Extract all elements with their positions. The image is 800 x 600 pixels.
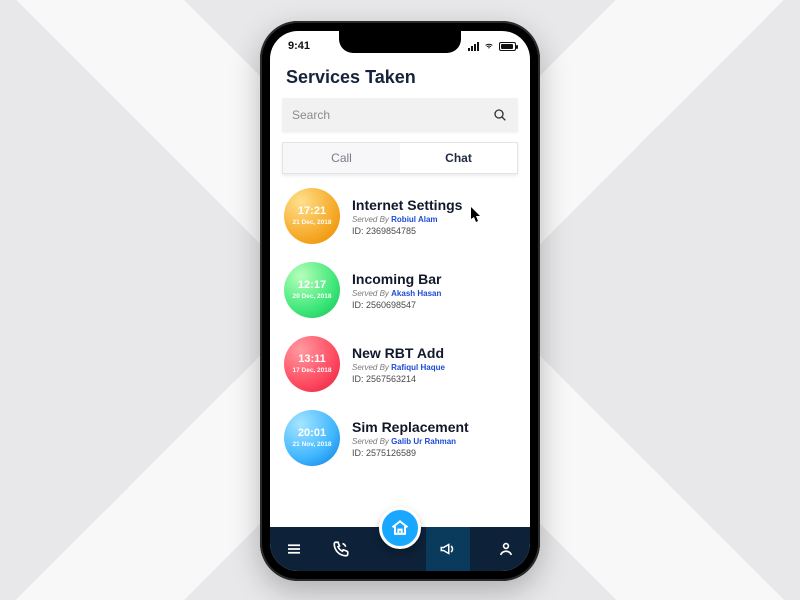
battery-icon [499, 42, 516, 51]
notch [339, 31, 461, 53]
account-icon[interactable] [495, 538, 517, 560]
item-id: ID: 2567563214 [352, 374, 516, 384]
item-info: Incoming Bar Served By Akash Hasan ID: 256… [352, 271, 516, 310]
bubble-date: 21 Dec, 2018 [292, 219, 331, 226]
search-input[interactable] [292, 108, 492, 122]
item-id: ID: 2560698547 [352, 300, 516, 310]
item-title: New RBT Add [352, 345, 516, 361]
status-time: 9:41 [288, 40, 310, 52]
list-item[interactable]: 13:11 17 Dec, 2018 New RBT Add Served By Ra… [284, 328, 516, 402]
bubble-time: 20:01 [298, 428, 326, 439]
list-item[interactable]: 12:17 20 Dec, 2018 Incoming Bar Served By A… [284, 254, 516, 328]
signal-icon [468, 42, 479, 51]
item-info: New RBT Add Served By Rafiqul Haque ID: 25… [352, 345, 516, 384]
item-title: Sim Replacement [352, 419, 516, 435]
menu-icon[interactable] [283, 538, 305, 560]
bubble-time: 17:21 [298, 206, 326, 217]
tab-chat[interactable]: Chat [400, 143, 517, 173]
home-fab[interactable] [379, 507, 421, 549]
time-bubble: 20:01 21 Nov, 2018 [284, 410, 340, 466]
announce-icon[interactable] [426, 527, 470, 571]
tab-call[interactable]: Call [283, 143, 400, 173]
item-served-by: Served By Galib Ur Rahman [352, 437, 516, 446]
bubble-date: 21 Nov, 2018 [293, 441, 332, 448]
item-title: Internet Settings [352, 197, 516, 213]
item-title: Incoming Bar [352, 271, 516, 287]
item-served-by: Served By Rafiqul Haque [352, 363, 516, 372]
bottom-nav [270, 527, 530, 571]
tabs: Call Chat [282, 142, 518, 174]
time-bubble: 17:21 21 Dec, 2018 [284, 188, 340, 244]
phone-frame: 9:41 Services Taken Call Chat 17:21 21 De… [260, 21, 540, 581]
search-wrap [270, 98, 530, 132]
item-info: Internet Settings Served By Robiul Alam ID… [352, 197, 516, 236]
status-right [468, 42, 516, 51]
time-bubble: 12:17 20 Dec, 2018 [284, 262, 340, 318]
list-item[interactable]: 20:01 21 Nov, 2018 Sim Replacement Served B… [284, 402, 516, 476]
item-info: Sim Replacement Served By Galib Ur Rahman… [352, 419, 516, 458]
item-served-by: Served By Akash Hasan [352, 289, 516, 298]
page-header: Services Taken [270, 61, 530, 98]
phone-icon[interactable] [330, 538, 352, 560]
bubble-date: 17 Dec, 2018 [292, 367, 331, 374]
screen: 9:41 Services Taken Call Chat 17:21 21 De… [270, 31, 530, 571]
bubble-date: 20 Dec, 2018 [292, 293, 331, 300]
wifi-icon [483, 42, 495, 51]
bubble-time: 12:17 [298, 280, 326, 291]
page-title: Services Taken [286, 67, 514, 88]
item-id: ID: 2369854785 [352, 226, 516, 236]
search-field[interactable] [282, 98, 518, 132]
time-bubble: 13:11 17 Dec, 2018 [284, 336, 340, 392]
item-served-by: Served By Robiul Alam [352, 215, 516, 224]
service-list: 17:21 21 Dec, 2018 Internet Settings Served… [270, 178, 530, 527]
list-item[interactable]: 17:21 21 Dec, 2018 Internet Settings Served… [284, 180, 516, 254]
bubble-time: 13:11 [298, 354, 326, 365]
item-id: ID: 2575126589 [352, 448, 516, 458]
search-icon[interactable] [492, 107, 508, 123]
